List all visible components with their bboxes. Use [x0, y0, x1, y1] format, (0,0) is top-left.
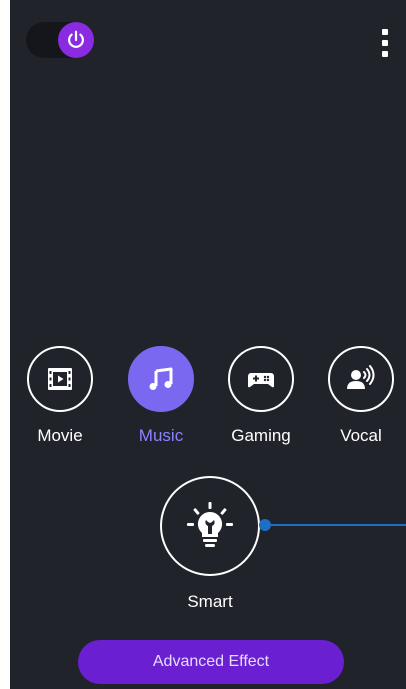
advanced-effect-button[interactable]: Advanced Effect — [78, 640, 344, 684]
menu-dot — [382, 40, 388, 46]
speaker-voice-icon — [347, 365, 375, 389]
power-toggle-knob[interactable] — [58, 22, 94, 58]
mode-vocal[interactable]: Vocal — [321, 346, 401, 446]
mode-movie[interactable]: Movie — [20, 346, 100, 446]
menu-dot — [382, 51, 388, 57]
mode-music[interactable]: Music — [121, 346, 201, 446]
overflow-menu-icon[interactable] — [376, 29, 394, 57]
gamepad-icon — [248, 373, 274, 388]
mode-movie-circle[interactable] — [27, 346, 93, 412]
mode-gaming-label: Gaming — [231, 426, 291, 445]
lightbulb-wrench-icon — [187, 502, 233, 547]
intensity-slider-track[interactable] — [264, 524, 406, 526]
film-icon — [48, 368, 72, 390]
mode-smart[interactable]: Smart — [160, 476, 260, 612]
mode-vocal-circle[interactable] — [328, 346, 394, 412]
mode-music-circle[interactable] — [128, 346, 194, 412]
intensity-slider-handle[interactable] — [259, 519, 271, 531]
power-icon — [68, 30, 84, 48]
mode-gaming[interactable]: Gaming — [221, 346, 301, 446]
app-screen: Movie Music Gaming Vocal Smart Advanced … — [10, 0, 406, 689]
mode-music-label: Music — [138, 426, 184, 445]
mode-movie-label: Movie — [37, 426, 83, 445]
mode-smart-circle[interactable] — [160, 476, 260, 576]
menu-dot — [382, 29, 388, 35]
mode-smart-label: Smart — [187, 592, 233, 611]
mode-vocal-label: Vocal — [340, 426, 382, 445]
mode-gaming-circle[interactable] — [228, 346, 294, 412]
music-note-icon — [149, 367, 173, 390]
